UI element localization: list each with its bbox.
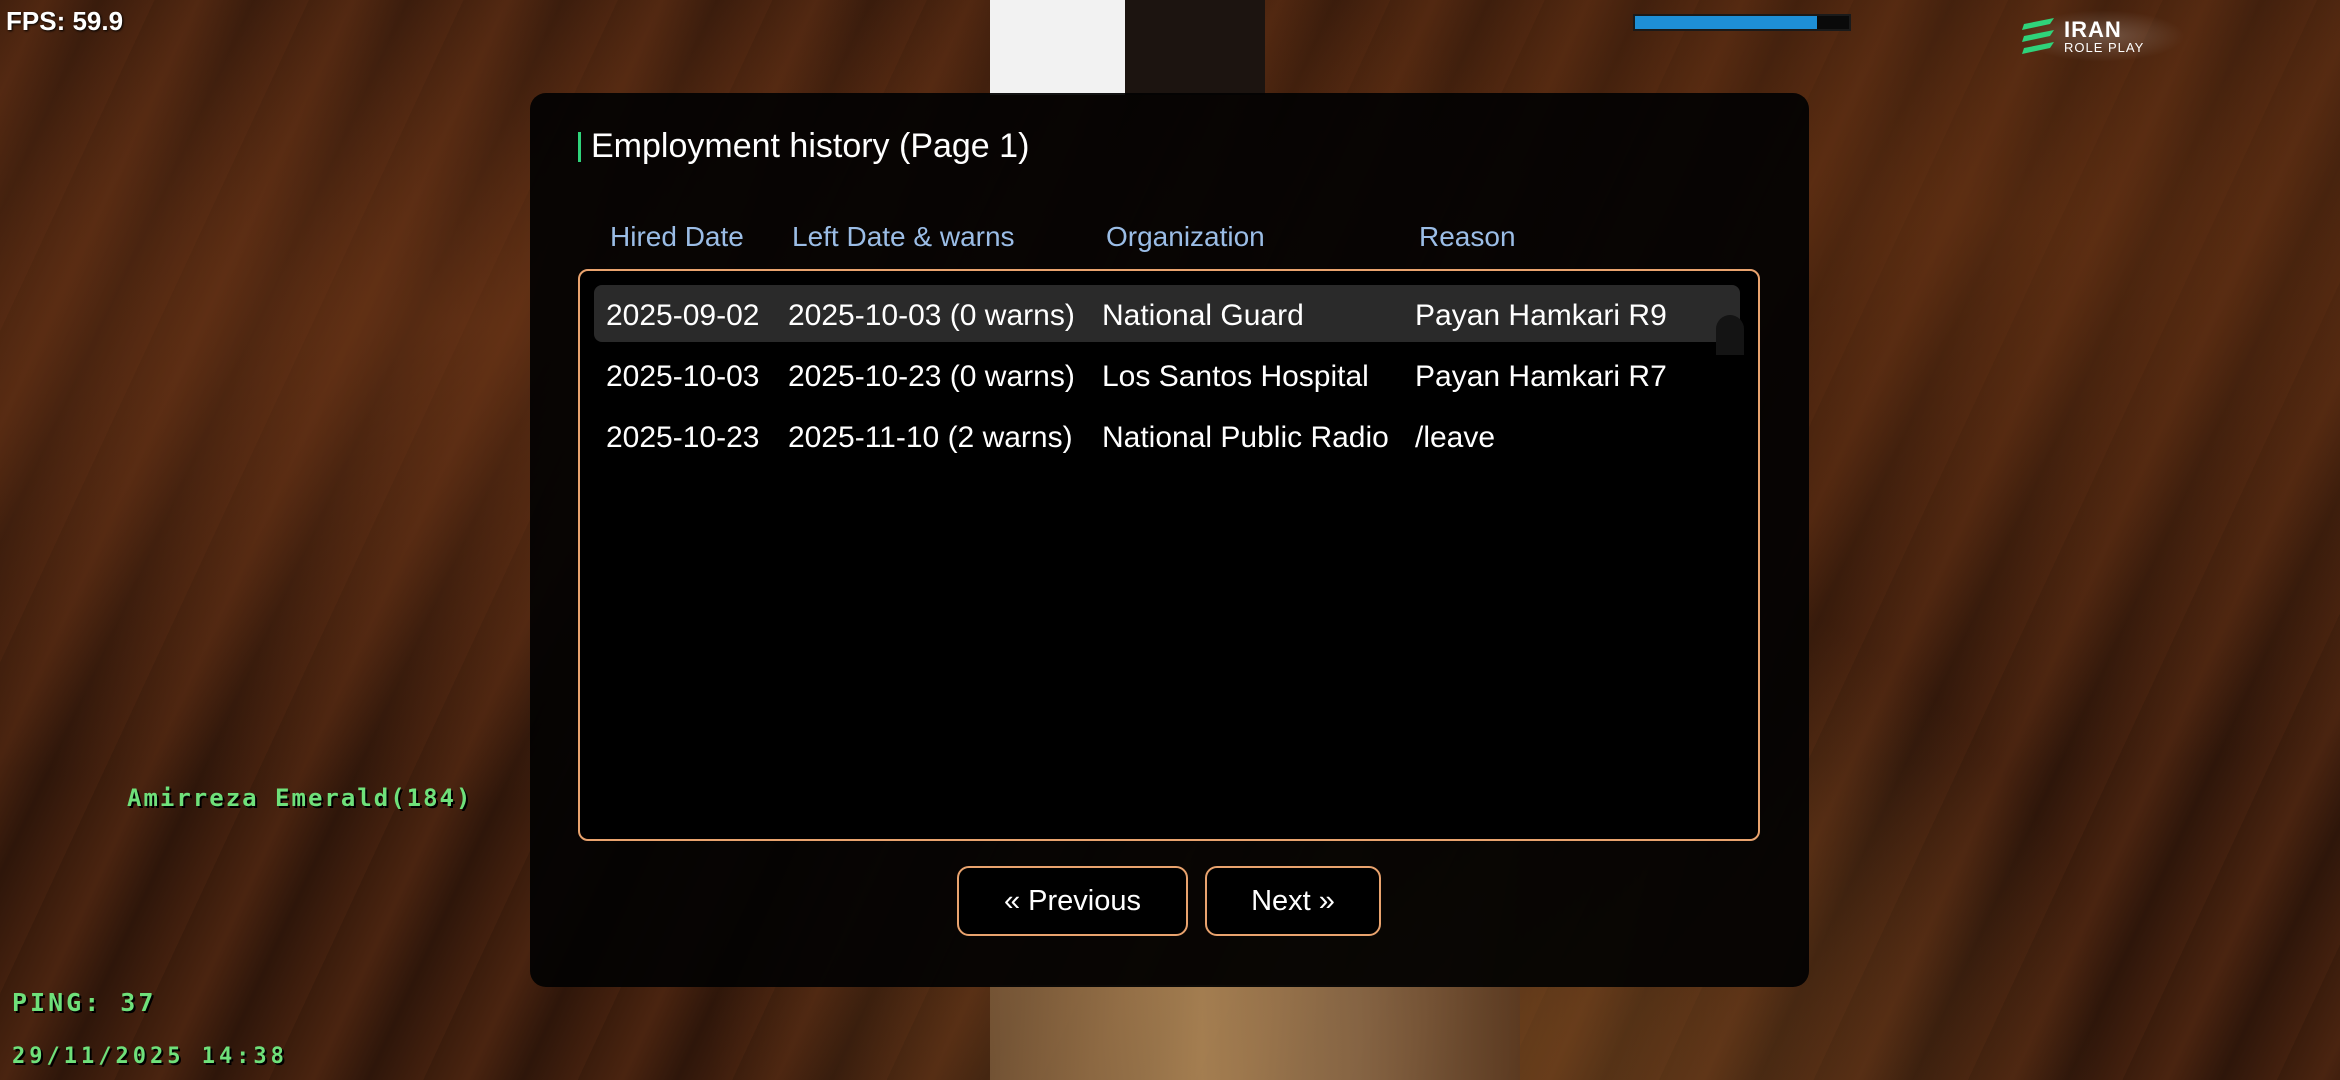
list-scrollbar-thumb[interactable] [1716,315,1744,355]
next-page-button[interactable]: Next » [1205,866,1381,936]
player-nametag: Amirreza Emerald(184) [127,784,473,812]
cell-organization: Los Santos Hospital [1102,360,1369,393]
cell-reason: Payan Hamkari R7 [1415,360,1667,393]
server-logo-icon [2022,18,2054,54]
dialog-title: Employment history (Page 1) [578,127,1029,166]
cell-left-date: 2025-11-10 (2 warns) [788,421,1073,454]
cell-organization: National Public Radio [1102,421,1389,454]
cell-reason: /leave [1415,421,1496,454]
ping-readout: PING: 37 [12,988,157,1017]
cell-left-date: 2025-10-03 (0 warns) [788,299,1075,332]
logo-line-1: IRAN [2064,16,2122,42]
health-bar-fill [1635,16,1817,29]
fps-counter: FPS: 59.9 [6,6,124,36]
cell-reason: Payan Hamkari R9 [1415,299,1667,332]
date-time-readout: 29/11/2025 14:38 [12,1044,288,1069]
cell-left-date: 2025-10-23 (0 warns) [788,360,1075,393]
health-bar [1633,14,1851,31]
column-header-hired-date: Hired Date [610,221,744,252]
cell-organization: National Guard [1102,299,1304,332]
server-logo-text: IRAN ROLE PLAY [2064,16,2145,55]
logo-line-2: ROLE PLAY [2064,39,2145,55]
column-header-left-date: Left Date & warns [792,221,1015,252]
cell-hired-date: 2025-09-02 [606,299,760,332]
previous-page-button[interactable]: « Previous [957,866,1188,936]
scene-background-floor [990,985,1520,1080]
table-row[interactable]: 2025-10-03 2025-10-23 (0 warns) Los Sant… [594,346,1740,403]
server-logo: IRAN ROLE PLAY [2020,10,2185,62]
scene-background-light [990,0,1125,95]
table-row[interactable]: 2025-09-02 2025-10-03 (0 warns) National… [594,285,1740,342]
table-row[interactable]: 2025-10-23 2025-11-10 (2 warns) National… [594,407,1740,464]
scene-background-shadow [1125,0,1265,95]
employment-list[interactable]: 2025-09-02 2025-10-03 (0 warns) National… [578,269,1760,841]
column-header-organization: Organization [1106,221,1265,252]
column-header-reason: Reason [1419,221,1516,252]
cell-hired-date: 2025-10-03 [606,360,760,393]
employment-history-dialog: Employment history (Page 1) Hired Date L… [530,93,1809,987]
title-accent-bar [578,131,581,162]
cell-hired-date: 2025-10-23 [606,421,760,454]
dialog-title-text: Employment history (Page 1) [591,127,1030,165]
